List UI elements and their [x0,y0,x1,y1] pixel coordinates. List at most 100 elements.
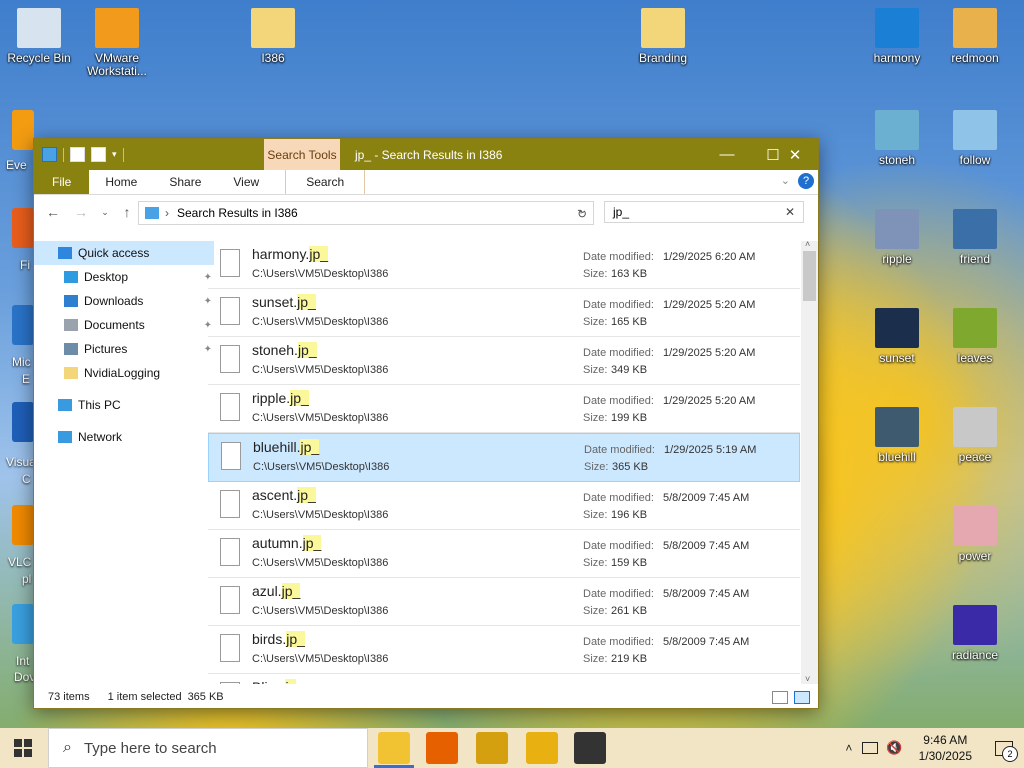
nav-item-this-pc[interactable]: This PC [34,393,214,417]
vertical-scrollbar[interactable]: ˄ ˅ [801,239,818,684]
desktop-icon-partial[interactable] [12,110,34,150]
taskbar-file-explorer-icon[interactable] [378,732,410,764]
nav-item-label: Downloads [84,294,144,308]
refresh-icon[interactable]: ↻ [577,207,587,221]
address-bar[interactable]: › Search Results in I386 ⌄ [138,201,594,225]
file-row[interactable]: sunset.jp_ C:\Users\VM5\Desktop\I386 Date … [208,289,800,337]
tab-home[interactable]: Home [89,170,153,194]
recent-locations-icon[interactable]: ⌄ [94,201,116,223]
nav-item-quick-access[interactable]: Quick access [34,241,214,265]
search-icon: ⌕ [63,739,72,756]
desktop-icon-image [875,209,919,249]
tab-search[interactable]: Search [285,170,366,194]
desktop-icon-branding[interactable]: Branding [624,8,702,65]
show-hidden-icons-icon[interactable]: ˄ [845,741,852,755]
desktop-icon-stoneh[interactable]: stoneh [858,110,936,167]
scroll-down-icon[interactable]: ˅ [805,674,810,684]
search-location-icon [145,207,159,219]
customize-toolbar-icon[interactable]: ▾ [112,149,117,160]
desktop-icon-ripple[interactable]: ripple [858,209,936,266]
desktop-icon-image [953,308,997,348]
file-row[interactable]: azul.jp_ C:\Users\VM5\Desktop\I386 Date mo… [208,578,800,626]
search-input[interactable]: jp_ ✕ [604,201,804,223]
file-row[interactable]: harmony.jp_ C:\Users\VM5\Desktop\I386 Date… [208,241,800,289]
desktop-icon-image [641,8,685,48]
file-name-base: stoneh. [252,342,298,358]
volume-muted-icon[interactable]: 🔇 [886,740,902,756]
nav-item-documents[interactable]: Documents ✦ [34,313,220,337]
tab-view[interactable]: View [217,170,275,194]
file-row[interactable]: bluehill.jp_ C:\Users\VM5\Desktop\I386 Dat… [208,433,800,482]
new-folder-icon[interactable] [91,147,106,162]
desktop-icon-redmoon[interactable]: redmoon [936,8,1014,65]
clear-search-icon[interactable]: ✕ [785,205,795,219]
desktop-icon-partial[interactable] [12,402,34,442]
clock[interactable]: 9:46 AM 1/30/2025 [919,732,972,764]
nav-item-pictures[interactable]: Pictures ✦ [34,337,220,361]
desktop-icon-leaves[interactable]: leaves [936,308,1014,365]
desktop-icon-bluehill[interactable]: bluehill [858,407,936,464]
file-row[interactable]: ripple.jp_ C:\Users\VM5\Desktop\I386 Date … [208,385,800,433]
back-arrow-icon[interactable]: ← [42,201,64,223]
properties-icon[interactable] [70,147,85,162]
file-row[interactable]: stoneh.jp_ C:\Users\VM5\Desktop\I386 Date … [208,337,800,385]
nav-item-label: NvidiaLogging [84,366,161,380]
desktop-icon-radiance[interactable]: radiance [936,605,1014,662]
title-bar[interactable]: ▾ Search Tools jp_ - Search Results in I… [34,139,818,170]
minimize-button[interactable]: — [704,139,750,170]
file-row[interactable]: Bliss.jpDate modified:5/8/2009 7:45 AM [208,674,800,684]
desktop-icon-partial[interactable] [12,208,34,248]
desktop-icon-partial[interactable] [12,305,34,345]
file-row[interactable]: autumn.jp_ C:\Users\VM5\Desktop\I386 Date … [208,530,800,578]
desktop-icon-image [953,407,997,447]
nav-item-downloads[interactable]: Downloads ✦ [34,289,220,313]
desktop-icon-harmony[interactable]: harmony [858,8,936,65]
forward-arrow-icon[interactable]: → [70,201,92,223]
nav-item-network[interactable]: Network [34,425,214,449]
network-icon[interactable] [862,742,879,754]
taskbar: ⌕ Type here to search ˄ 🔇 9:46 AM 1/30/2… [0,728,1024,768]
desktop-icon-partial[interactable] [12,505,34,545]
close-button[interactable]: ✕ [772,139,818,170]
tab-share[interactable]: Share [153,170,217,194]
notification-center-icon[interactable]: 2 [984,728,1024,768]
desktop-icon-i386[interactable]: I386 [234,8,312,65]
desktop-icon-power[interactable]: power [936,506,1014,563]
scroll-up-icon[interactable]: ˄ [805,239,810,249]
desktop-icon-follow[interactable]: follow [936,110,1014,167]
scrollbar-thumb[interactable] [803,251,816,301]
help-icon[interactable]: ? [798,173,814,189]
file-icon [220,393,240,421]
nav-item-desktop[interactable]: Desktop ✦ [34,265,220,289]
file-row[interactable]: ascent.jp_ C:\Users\VM5\Desktop\I386 Date … [208,482,800,530]
desktop-icon-vmware-workstati-[interactable]: VMware Workstati... [78,8,156,78]
desktop-icon-partial[interactable] [12,604,34,644]
large-icons-view-icon[interactable] [794,691,810,704]
taskbar-firefox-icon[interactable] [426,732,458,764]
nav-item-nvidialogging[interactable]: NvidiaLogging [34,361,220,385]
desktop-icon-label: leaves [957,351,993,365]
taskbar-7zip-icon[interactable] [574,732,606,764]
up-arrow-icon[interactable]: ↑ [116,201,138,223]
tab-file[interactable]: File [34,170,90,194]
details-view-icon[interactable] [772,691,788,704]
desktop-icon-image [953,506,997,546]
desktop-icon-peace[interactable]: peace [936,407,1014,464]
network-icon [58,431,72,443]
taskbar-search-placeholder: Type here to search [83,739,217,757]
desktop-icon-sunset[interactable]: sunset [858,308,936,365]
file-row[interactable]: birds.jp_ C:\Users\VM5\Desktop\I386 Date m… [208,626,800,674]
taskbar-vmware-tool-icon[interactable] [526,732,558,764]
desktop-icon-recycle-bin[interactable]: Recycle Bin [0,8,78,65]
size-label: Size: [583,412,608,424]
breadcrumb[interactable]: Search Results in I386 [177,206,298,220]
taskbar-search-box[interactable]: ⌕ Type here to search [48,728,368,768]
windows-start-icon[interactable] [14,739,32,757]
desktop-icon-label: redmoon [951,51,999,65]
expand-ribbon-icon[interactable]: ⌄ [781,174,790,187]
contextual-tab-search-tools: Search Tools [264,139,340,170]
desktop-icon-friend[interactable]: friend [936,209,1014,266]
date-modified-label: Date modified: [583,251,654,263]
taskbar-resource-hacker-icon[interactable] [476,732,508,764]
folder-icon [64,367,78,379]
